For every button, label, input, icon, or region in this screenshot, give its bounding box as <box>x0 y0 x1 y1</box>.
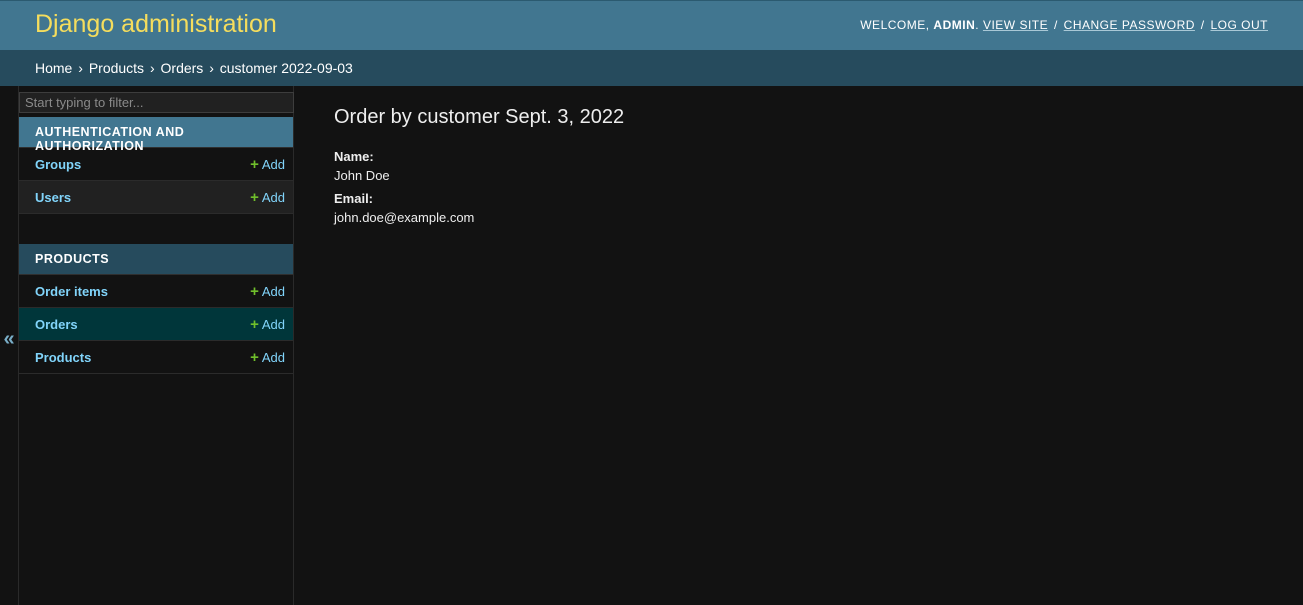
model-row-orders: Orders + Add <box>19 308 293 341</box>
username-period: . <box>975 18 980 32</box>
double-chevron-left-icon: « <box>3 328 15 350</box>
field-name: Name: John Doe <box>334 149 1264 183</box>
add-label: Add <box>261 189 285 205</box>
add-users-button[interactable]: + Add <box>250 190 285 205</box>
log-out-link[interactable]: LOG OUT <box>1210 18 1268 32</box>
add-label: Add <box>261 283 285 299</box>
field-email: Email: john.doe@example.com <box>334 191 1264 225</box>
separator: / <box>1200 18 1205 32</box>
site-title[interactable]: Django administration <box>35 10 277 39</box>
welcome-text: WELCOME, <box>860 18 930 32</box>
add-groups-button[interactable]: + Add <box>250 157 285 172</box>
field-label-email: Email: <box>334 191 374 206</box>
add-label: Add <box>261 316 285 332</box>
plus-icon: + <box>250 188 259 206</box>
change-password-link[interactable]: CHANGE PASSWORD <box>1064 18 1195 32</box>
header: Django administration WELCOME, ADMIN. VI… <box>0 0 1303 50</box>
field-label-name: Name: <box>334 149 374 164</box>
app-caption-auth[interactable]: AUTHENTICATION AND AUTHORIZATION <box>19 117 293 153</box>
app-caption-products[interactable]: PRODUCTS <box>19 244 293 275</box>
toggle-sidebar-button[interactable]: « <box>0 86 18 605</box>
separator: / <box>1053 18 1058 32</box>
field-value-name: John Doe <box>334 168 390 183</box>
plus-icon: + <box>250 155 259 173</box>
view-site-link[interactable]: VIEW SITE <box>983 18 1048 32</box>
page-title: Order by customer Sept. 3, 2022 <box>334 106 625 128</box>
model-row-order-items: Order items + Add <box>19 275 293 308</box>
breadcrumb-products[interactable]: Products <box>89 60 144 76</box>
model-link-products[interactable]: Products <box>35 350 91 365</box>
add-order-items-button[interactable]: + Add <box>250 284 285 299</box>
model-row-products: Products + Add <box>19 341 293 374</box>
plus-icon: + <box>250 348 259 366</box>
model-link-orders[interactable]: Orders <box>35 317 78 332</box>
breadcrumb-home[interactable]: Home <box>35 60 72 76</box>
app-products: PRODUCTS Order items + Add Orders + Add Pr… <box>19 244 293 374</box>
main-content: Order by customer Sept. 3, 2022 Name: Jo… <box>334 106 1264 233</box>
breadcrumb-separator: › <box>149 60 155 76</box>
breadcrumb-separator: › <box>78 60 83 76</box>
app-authentication: AUTHENTICATION AND AUTHORIZATION Groups … <box>19 117 293 214</box>
nav-filter-input[interactable] <box>19 92 294 113</box>
breadcrumb-orders[interactable]: Orders <box>161 60 204 76</box>
plus-icon: + <box>250 315 259 333</box>
breadcrumb-separator: › <box>209 60 214 76</box>
plus-icon: + <box>250 282 259 300</box>
add-orders-button[interactable]: + Add <box>250 317 285 332</box>
username: ADMIN <box>933 18 976 32</box>
add-label: Add <box>261 349 285 365</box>
model-link-order-items[interactable]: Order items <box>35 284 108 299</box>
breadcrumb: Home › Products › Orders › customer 2022… <box>0 50 1303 86</box>
add-label: Add <box>261 156 285 172</box>
add-products-button[interactable]: + Add <box>250 350 285 365</box>
model-row-users: Users + Add <box>19 181 293 214</box>
breadcrumb-current: customer 2022-09-03 <box>219 60 353 76</box>
nav-sidebar: AUTHENTICATION AND AUTHORIZATION Groups … <box>18 86 294 605</box>
field-value-email: john.doe@example.com <box>334 210 475 225</box>
model-link-groups[interactable]: Groups <box>35 157 81 172</box>
model-link-users[interactable]: Users <box>35 190 71 205</box>
user-tools: WELCOME, ADMIN. VIEW SITE / CHANGE PASSW… <box>860 18 1268 32</box>
